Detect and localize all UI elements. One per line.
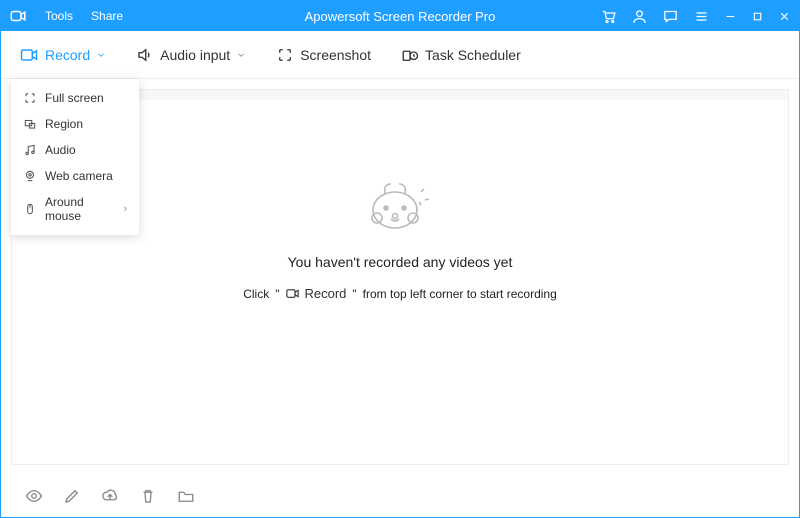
screenshot-label: Screenshot bbox=[300, 47, 371, 63]
speaker-icon bbox=[136, 46, 154, 64]
bottom-toolbar bbox=[1, 475, 799, 517]
dropdown-label: Audio bbox=[45, 143, 76, 157]
dropdown-region[interactable]: Region bbox=[11, 111, 139, 137]
dropdown-label: Region bbox=[45, 117, 83, 131]
clock-icon bbox=[401, 46, 419, 64]
empty-hint: Click " Record " from top left corner to… bbox=[243, 286, 557, 301]
record-chip: Record bbox=[285, 286, 346, 301]
cart-icon[interactable] bbox=[600, 8, 617, 25]
record-chip-label: Record bbox=[304, 286, 346, 301]
dropdown-label: Web camera bbox=[45, 169, 113, 183]
preview-icon[interactable] bbox=[25, 487, 43, 505]
app-title: Apowersoft Screen Recorder Pro bbox=[305, 9, 496, 24]
record-button[interactable]: Record bbox=[19, 45, 106, 65]
empty-headline: You haven't recorded any videos yet bbox=[288, 254, 513, 270]
dropdown-label: Around mouse bbox=[45, 195, 115, 223]
chevron-down-icon bbox=[236, 50, 246, 60]
record-dropdown: Full screen Region Audio Web camera Arou… bbox=[11, 79, 139, 235]
user-icon[interactable] bbox=[631, 8, 648, 25]
toolbar: Record Audio input Screenshot Task Sc bbox=[1, 31, 799, 79]
music-icon bbox=[23, 143, 37, 157]
camera-icon bbox=[285, 286, 300, 301]
audio-input-button[interactable]: Audio input bbox=[136, 46, 246, 64]
task-scheduler-button[interactable]: Task Scheduler bbox=[401, 46, 521, 64]
app-logo-icon bbox=[9, 7, 27, 25]
webcam-icon bbox=[23, 169, 37, 183]
edit-icon[interactable] bbox=[63, 487, 81, 505]
menu-share[interactable]: Share bbox=[91, 9, 123, 23]
upload-icon[interactable] bbox=[101, 487, 119, 505]
screenshot-button[interactable]: Screenshot bbox=[276, 46, 371, 64]
folder-icon[interactable] bbox=[177, 487, 195, 505]
menu-tools[interactable]: Tools bbox=[45, 9, 73, 23]
hint-tail: from top left corner to start recording bbox=[363, 287, 557, 301]
close-icon[interactable] bbox=[778, 10, 791, 23]
region-icon bbox=[23, 117, 37, 131]
dropdown-around-mouse[interactable]: Around mouse › bbox=[11, 189, 139, 229]
mascot-icon bbox=[355, 170, 445, 240]
quote: " bbox=[352, 287, 356, 301]
menu-icon[interactable] bbox=[693, 8, 710, 25]
delete-icon[interactable] bbox=[139, 487, 157, 505]
dropdown-label: Full screen bbox=[45, 91, 104, 105]
minimize-icon[interactable] bbox=[724, 10, 737, 23]
quote: " bbox=[275, 287, 279, 301]
record-label: Record bbox=[45, 47, 90, 63]
feedback-icon[interactable] bbox=[662, 8, 679, 25]
chevron-right-icon: › bbox=[123, 203, 127, 215]
mouse-icon bbox=[23, 202, 37, 216]
chevron-down-icon bbox=[96, 50, 106, 60]
hint-click: Click bbox=[243, 287, 269, 301]
camera-icon bbox=[19, 45, 39, 65]
dropdown-audio[interactable]: Audio bbox=[11, 137, 139, 163]
titlebar: Tools Share Apowersoft Screen Recorder P… bbox=[1, 1, 799, 31]
fullscreen-icon bbox=[23, 91, 37, 105]
audio-input-label: Audio input bbox=[160, 47, 230, 63]
screenshot-icon bbox=[276, 46, 294, 64]
dropdown-web-camera[interactable]: Web camera bbox=[11, 163, 139, 189]
task-scheduler-label: Task Scheduler bbox=[425, 47, 521, 63]
dropdown-full-screen[interactable]: Full screen bbox=[11, 85, 139, 111]
maximize-icon[interactable] bbox=[751, 10, 764, 23]
